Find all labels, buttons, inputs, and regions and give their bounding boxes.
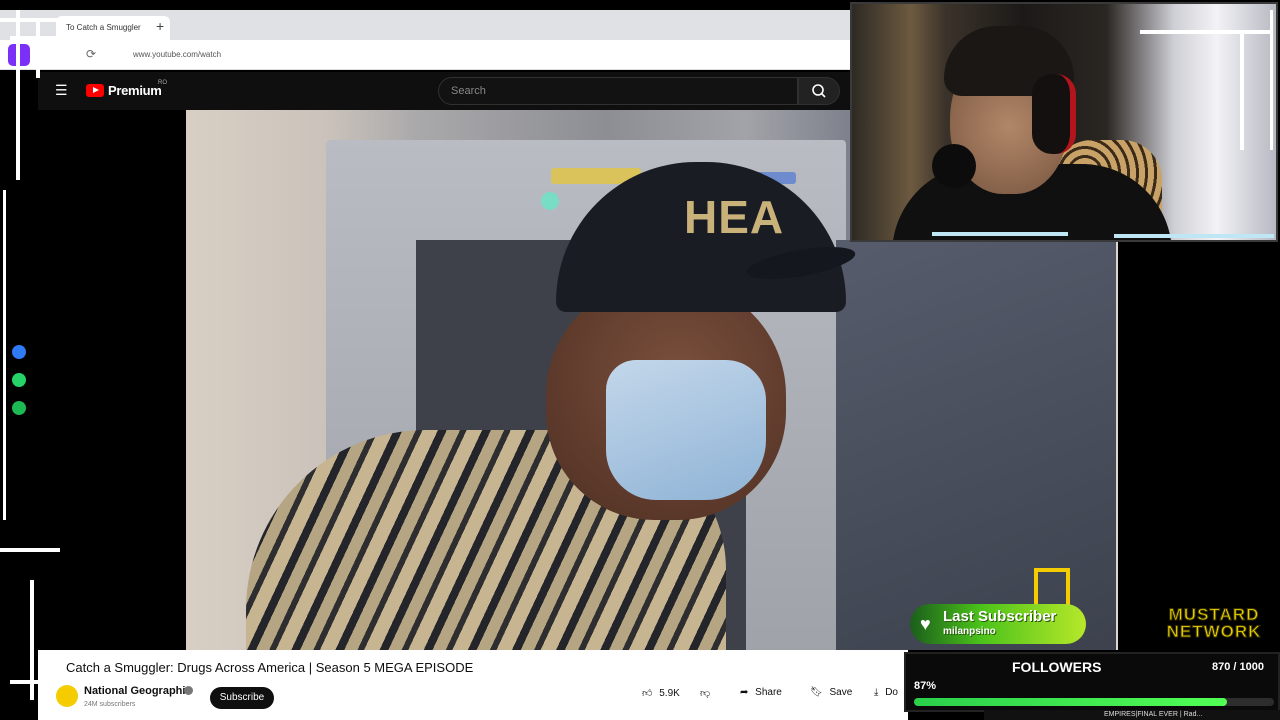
- frame-ornament: [36, 18, 40, 78]
- last-subscriber-title: Last Subscriber: [943, 608, 1057, 625]
- followers-progress-track: [914, 698, 1274, 706]
- reload-icon[interactable]: ⟳: [86, 47, 96, 61]
- logo-line-2: NETWORK: [1166, 622, 1262, 641]
- frame-ornament: [1240, 30, 1244, 150]
- webcam-accent-bar: [1114, 234, 1274, 238]
- followers-percent: 87%: [914, 680, 937, 692]
- bookmark-icon: 🔖︎: [810, 687, 823, 698]
- address-bar: ⟳ www.youtube.com/watch: [0, 40, 850, 70]
- channel-name[interactable]: National Geographic: [84, 685, 192, 697]
- like-count: 5.9K: [659, 688, 680, 699]
- thumbs-up-icon: 👍︎: [642, 688, 653, 699]
- share-label: Share: [755, 687, 782, 698]
- last-subscriber-badge: ♥ Last Subscriber milanpsino: [910, 604, 1086, 644]
- new-tab-button[interactable]: +: [156, 18, 164, 34]
- menu-icon[interactable]: ☰: [55, 82, 68, 99]
- spotify-icon[interactable]: [12, 401, 26, 415]
- tab-title: To Catch a Smuggler: [66, 23, 141, 32]
- download-button[interactable]: ⤓ Do: [874, 687, 908, 709]
- save-label: Save: [829, 687, 853, 698]
- green-light: [541, 192, 559, 210]
- frame-ornament: [10, 680, 130, 684]
- followers-title: FOLLOWERS: [1012, 659, 1102, 675]
- messenger-icon[interactable]: [12, 345, 26, 359]
- followers-count: 870 / 1000: [1212, 661, 1264, 673]
- country-code: RO: [158, 80, 167, 86]
- search-button[interactable]: [798, 77, 840, 105]
- frame-ornament: [1140, 30, 1270, 34]
- url-field[interactable]: www.youtube.com/watch: [133, 50, 221, 59]
- stream-screen: To Catch a Smuggler + ⟳ www.youtube.com/…: [0, 0, 1280, 720]
- thumbs-down-icon: 👎︎: [700, 688, 711, 699]
- webcam-accent-bar: [932, 232, 1068, 236]
- verified-icon: [184, 686, 193, 695]
- frame-ornament: [1270, 10, 1273, 150]
- face-mask: [606, 360, 766, 500]
- download-label: Do: [885, 687, 898, 698]
- dislike-button[interactable]: 👎︎: [700, 687, 720, 709]
- frame-ornament: [3, 190, 6, 520]
- search-input[interactable]: Search: [438, 77, 798, 105]
- save-button[interactable]: 🔖︎ Save: [810, 687, 860, 709]
- frame-ornament: [0, 18, 140, 22]
- youtube-header: ☰ Premium RO Search: [38, 72, 850, 110]
- search-icon: [812, 84, 826, 98]
- ticker-text: EMPIRES|FINAL EVER | Rad...: [1104, 711, 1203, 718]
- like-button[interactable]: 👍︎ 5.9K: [642, 687, 692, 709]
- download-icon: ⤓: [874, 687, 879, 698]
- side-panel: [836, 240, 1116, 650]
- youtube-brand[interactable]: Premium: [108, 83, 162, 98]
- cap-lettering: HEA: [684, 191, 785, 243]
- followers-goal: FOLLOWERS 870 / 1000 87%: [904, 652, 1280, 712]
- followers-progress-fill: [914, 698, 1228, 706]
- video-title: Catch a Smuggler: Drugs Across America |…: [66, 660, 474, 675]
- share-button[interactable]: ➦ Share: [740, 687, 800, 709]
- webcam-feed: [850, 2, 1278, 242]
- whatsapp-icon[interactable]: [12, 373, 26, 387]
- browser-tabstrip: To Catch a Smuggler +: [0, 10, 850, 40]
- last-subscriber-name: milanpsino: [943, 626, 996, 637]
- heart-icon: ♥: [920, 614, 931, 634]
- mustard-network-logo: MUSTARD NETWORK: [1154, 606, 1274, 644]
- frame-ornament: [10, 36, 120, 40]
- frame-ornament: [0, 548, 60, 552]
- share-icon: ➦: [740, 687, 749, 698]
- youtube-logo-icon[interactable]: [86, 84, 104, 97]
- subscribe-button[interactable]: Subscribe: [210, 687, 274, 709]
- channel-avatar[interactable]: [56, 685, 78, 707]
- video-info: Catch a Smuggler: Drugs Across America |…: [38, 650, 908, 720]
- headset: [1032, 74, 1076, 154]
- frame-ornament: [16, 10, 20, 180]
- logo-line-1: MUSTARD: [1168, 605, 1260, 624]
- microphone: [932, 144, 976, 188]
- subscriber-count: 24M subscribers: [84, 701, 136, 708]
- search-placeholder: Search: [451, 85, 486, 97]
